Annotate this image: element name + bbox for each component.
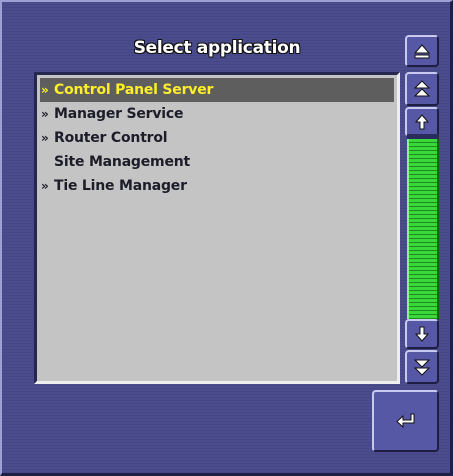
list-item-manager-service[interactable]: » Manager Service (40, 102, 394, 126)
item-label: Manager Service (54, 106, 184, 122)
double-chevron-down-icon (414, 358, 430, 376)
list-item-router-control[interactable]: » Router Control (40, 126, 394, 150)
item-marker: » (41, 83, 49, 97)
list-item-control-panel-server[interactable]: » Control Panel Server (40, 78, 394, 102)
eject-icon (413, 43, 431, 59)
list-item-tie-line-manager[interactable]: » Tie Line Manager (40, 174, 394, 198)
select-application-dialog: Select application » Control Panel Server… (0, 0, 453, 476)
item-label: Site Management (54, 154, 190, 170)
scroll-down-button[interactable] (405, 319, 439, 349)
list-item-site-management[interactable]: Site Management (40, 150, 394, 174)
scrollbar-thumb[interactable] (407, 139, 439, 319)
scroll-top-button[interactable] (405, 72, 439, 106)
item-label: Tie Line Manager (54, 178, 187, 194)
arrow-down-icon (415, 326, 429, 342)
dialog-title: Select application (133, 38, 301, 58)
scroll-bottom-button[interactable] (405, 350, 439, 384)
item-marker: » (41, 179, 49, 193)
scroll-up-button[interactable] (405, 107, 439, 137)
item-label: Router Control (54, 130, 168, 146)
eject-button[interactable] (405, 35, 439, 67)
enter-return-icon (395, 412, 417, 430)
item-marker: » (41, 107, 49, 121)
item-marker: » (41, 131, 49, 145)
arrow-up-icon (415, 114, 429, 130)
enter-button[interactable] (372, 390, 439, 452)
item-label: Control Panel Server (54, 82, 214, 98)
application-list[interactable]: » Control Panel Server » Manager Service »… (34, 72, 400, 384)
double-chevron-up-icon (414, 80, 430, 98)
